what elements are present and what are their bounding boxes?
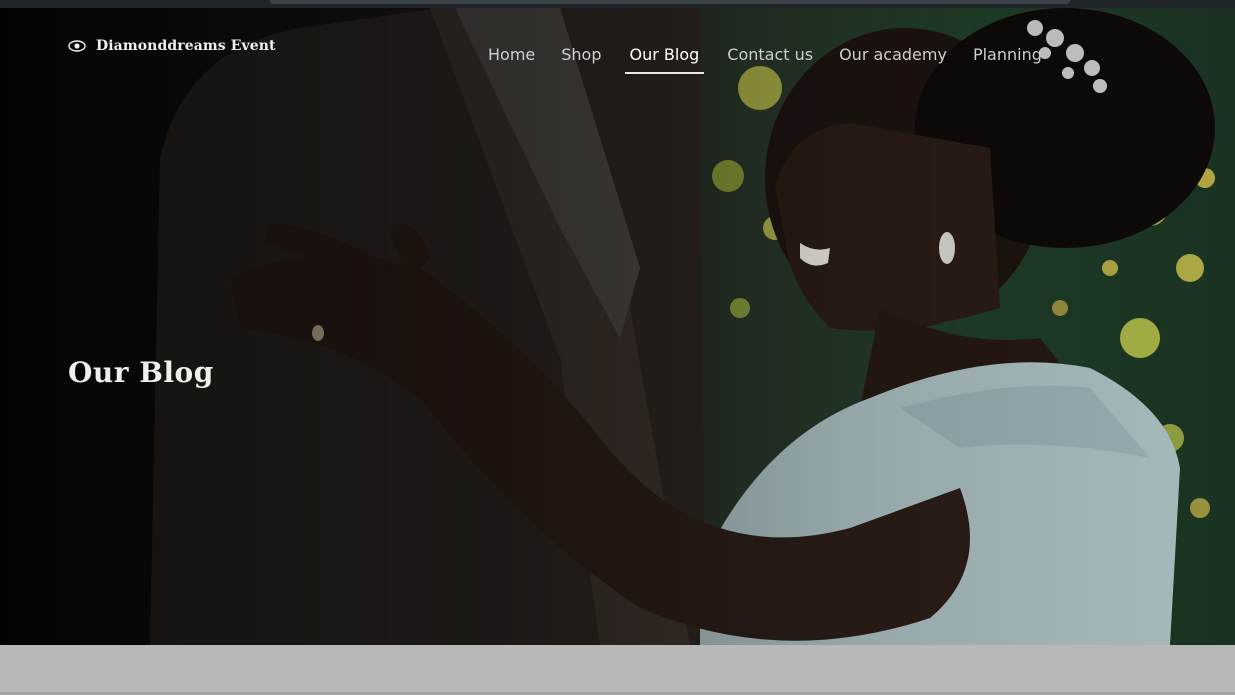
nav-our-blog[interactable]: Our Blog	[624, 34, 705, 74]
nav-our-academy[interactable]: Our academy	[826, 34, 960, 72]
browser-top-strip	[0, 0, 1235, 8]
browser-tab-strip	[270, 0, 1070, 4]
hero-overlay	[0, 8, 1235, 645]
nav-planning[interactable]: Planning	[960, 34, 1055, 72]
hero-banner: Diamonddreams Event Home Shop Our Blog C…	[0, 8, 1235, 645]
brand-logo-link[interactable]: Diamonddreams Event	[68, 37, 276, 55]
nav-home[interactable]: Home	[475, 34, 548, 72]
content-band	[0, 645, 1235, 695]
nav-shop[interactable]: Shop	[548, 34, 614, 72]
brand-name: Diamonddreams Event	[96, 38, 276, 54]
page-title: Our Blog	[68, 356, 214, 389]
nav-contact-us[interactable]: Contact us	[714, 34, 826, 72]
eye-logo-icon	[68, 40, 86, 52]
main-navigation: Home Shop Our Blog Contact us Our academ…	[475, 34, 1055, 74]
